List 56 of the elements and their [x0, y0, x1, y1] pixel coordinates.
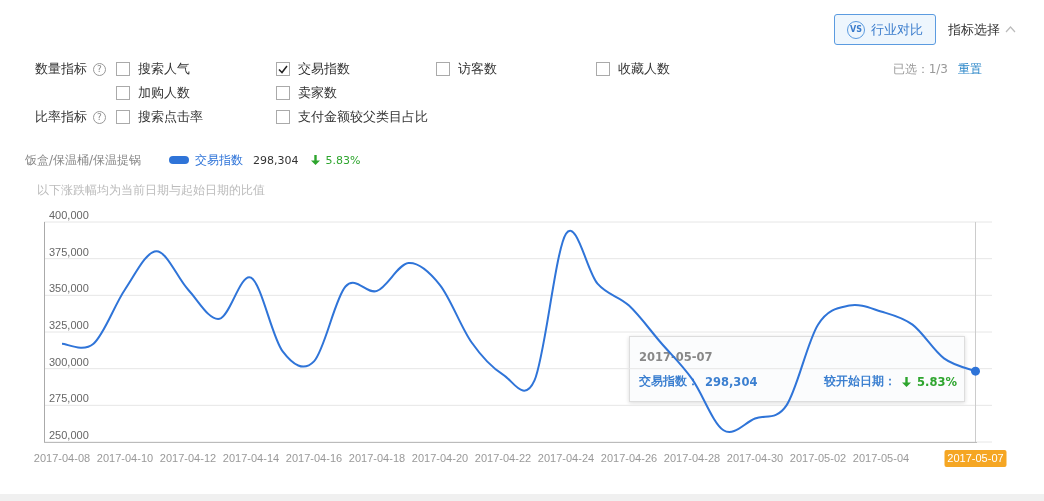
x-tick-label: 2017-04-22	[474, 452, 532, 464]
checkbox[interactable]	[116, 110, 130, 124]
x-tick-label: 2017-05-02	[789, 452, 847, 464]
data-point	[971, 366, 980, 376]
y-tick-label: 250,000	[49, 429, 89, 441]
checkbox[interactable]	[276, 110, 290, 124]
x-tick-label: 2017-04-26	[600, 452, 658, 464]
x-tick-label: 2017-05-04	[852, 452, 910, 464]
checkbox-label[interactable]: 访客数	[458, 60, 497, 78]
tooltip-label: 较开始日期：	[824, 374, 897, 389]
checkbox-label[interactable]: 加购人数	[138, 84, 190, 102]
y-tick-label: 325,000	[49, 319, 89, 331]
checkbox[interactable]	[596, 62, 610, 76]
checkbox-label[interactable]: 卖家数	[298, 84, 337, 102]
checkbox-label[interactable]: 交易指数	[298, 60, 350, 78]
tooltip-value: 298,304	[705, 374, 758, 389]
legend-change: 5.83%	[325, 153, 361, 167]
checkbox-label[interactable]: 搜索点击率	[138, 108, 203, 126]
checkbox[interactable]	[116, 62, 130, 76]
legend-series[interactable]: 交易指数	[195, 151, 244, 169]
x-tick-label: 2017-04-20	[411, 452, 469, 464]
x-tick-label: 2017-04-16	[285, 452, 343, 464]
y-tick-label: 400,000	[49, 209, 89, 221]
x-tick-label: 2017-04-18	[348, 452, 406, 464]
metric-toggle[interactable]: 指标选择	[948, 20, 1016, 39]
tooltip-label: 交易指数：	[639, 374, 699, 389]
y-tick-label: 350,000	[49, 282, 89, 295]
category-path: 饭盒/保温桶/保温提锅	[25, 151, 142, 169]
chevron-icon	[1005, 26, 1016, 33]
x-tick-label: 2017-04-30	[726, 452, 784, 464]
x-tick-label: 2017-04-24	[537, 452, 595, 464]
selected-count: 已选：1/3	[892, 60, 948, 78]
cursor-date-label: 2017-05-07	[944, 450, 1007, 467]
checkbox[interactable]	[276, 86, 290, 100]
group-label: 数量指标	[35, 60, 87, 78]
y-tick-label: 275,000	[49, 392, 89, 405]
legend-value: 298,304	[253, 153, 299, 167]
checkbox[interactable]	[436, 62, 450, 76]
reset-link[interactable]: 重置	[958, 60, 982, 78]
x-tick-label: 2017-04-28	[663, 452, 721, 464]
checkbox[interactable]	[116, 86, 130, 100]
legend-swatch[interactable]	[169, 156, 190, 164]
checkbox[interactable]	[276, 62, 290, 76]
x-tick-label: 2017-04-12	[159, 452, 217, 464]
note-text: 以下涨跌幅均为当前日期与起始日期的比值	[36, 182, 266, 198]
y-tick-label: 375,000	[49, 245, 89, 258]
x-tick-label: 2017-04-08	[33, 452, 91, 464]
checkbox-label[interactable]: 搜索人气	[138, 60, 190, 78]
checkbox-label[interactable]: 支付金额较父类目占比	[298, 108, 428, 126]
compare-button[interactable]: VS 行业对比	[834, 14, 936, 45]
y-tick-label: 300,000	[49, 355, 89, 368]
group-label: 比率指标	[35, 108, 87, 126]
x-tick-label: 2017-04-10	[96, 452, 154, 464]
x-tick-label: 2017-04-14	[222, 452, 280, 464]
tooltip-change: 5.83%	[917, 374, 957, 389]
checkbox-label[interactable]: 收藏人数	[618, 60, 670, 78]
